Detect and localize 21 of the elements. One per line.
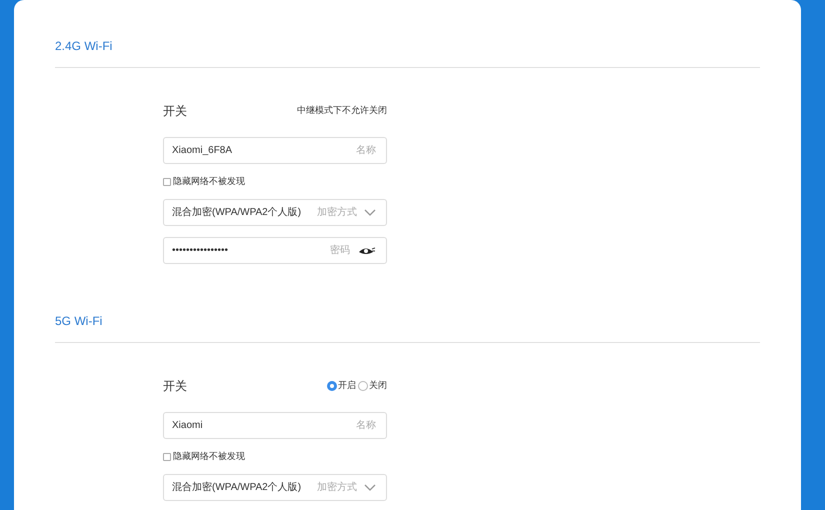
select-field[interactable]: 混合加密(WPA/WPA2个人版) 加密方式: [163, 474, 387, 501]
input-field[interactable]: Xiaomi 名称: [163, 412, 387, 439]
select-field[interactable]: 混合加密(WPA/WPA2个人版) 加密方式: [163, 199, 387, 226]
eye-icon[interactable]: [358, 246, 376, 256]
chevron-down-icon: [364, 484, 376, 491]
section-title: 2.4G Wi-Fi: [55, 38, 114, 55]
switch-label: 开关: [163, 103, 187, 120]
password-field[interactable]: •••••••••••••••• 密码: [163, 237, 387, 264]
input-field[interactable]: Xiaomi_6F8A 名称: [163, 137, 387, 164]
section-title: 5G Wi-Fi: [55, 313, 104, 330]
radio-button[interactable]: [358, 381, 368, 391]
switch-label: 开关: [163, 378, 187, 395]
checkbox[interactable]: [163, 178, 171, 186]
radio-label[interactable]: 关闭: [369, 379, 387, 393]
switch-note: 中继模式下不允许关闭: [297, 104, 387, 118]
chevron-down-icon: [364, 209, 376, 216]
checkbox-label[interactable]: 隐藏网络不被发现: [173, 450, 245, 464]
radio-button[interactable]: [327, 381, 337, 391]
checkbox[interactable]: [163, 453, 171, 461]
radio-label[interactable]: 开启: [338, 379, 356, 393]
checkbox-label[interactable]: 隐藏网络不被发现: [173, 175, 245, 189]
